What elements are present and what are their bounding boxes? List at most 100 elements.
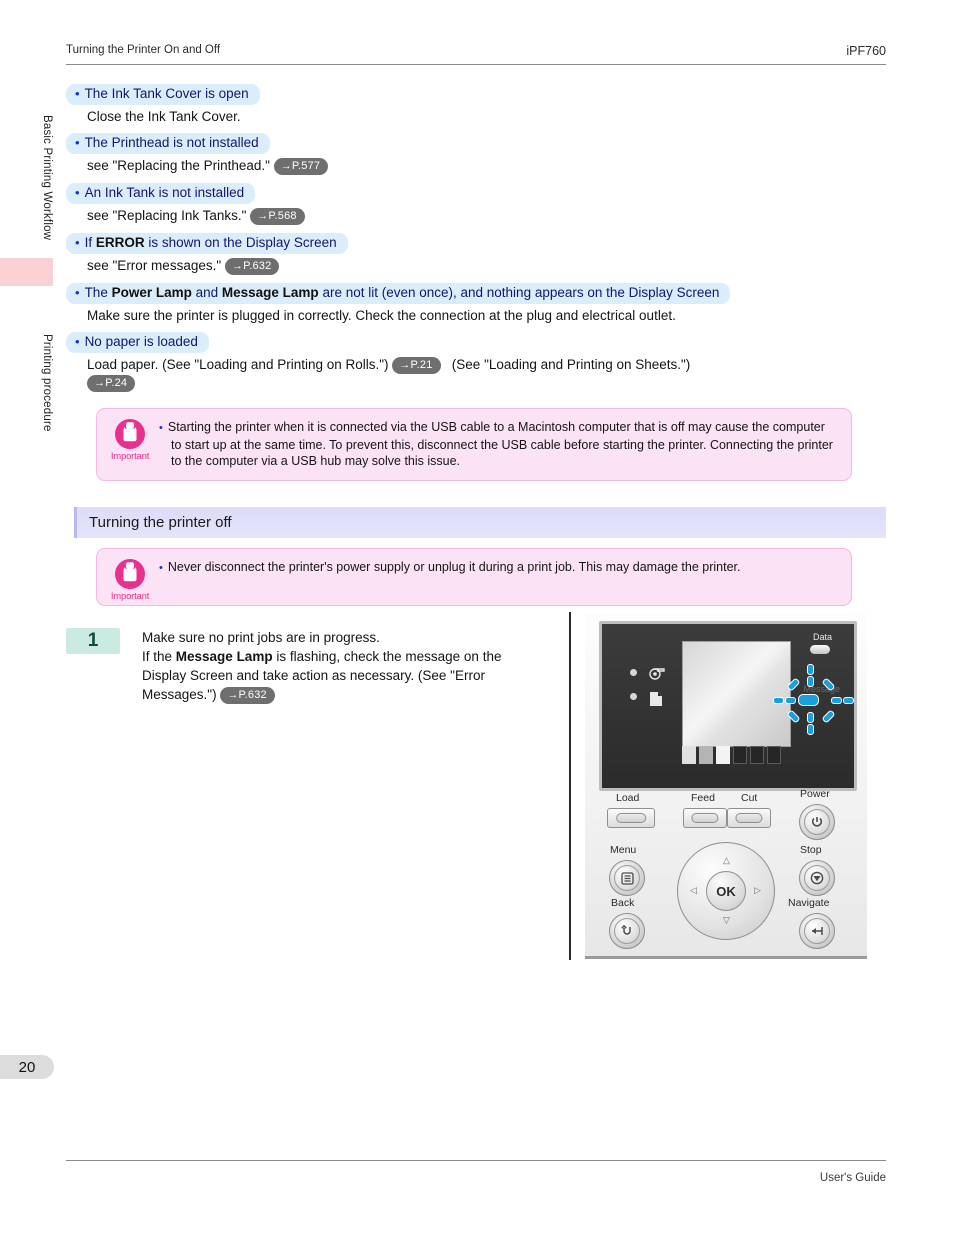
display-area: Data Message — [599, 621, 857, 791]
cause-heading-text: No paper is loaded — [84, 334, 198, 349]
printer-control-panel-illustration: Data Message Load Feed Cut Power Menu Ba… — [569, 612, 868, 960]
function-key[interactable] — [716, 746, 730, 764]
load-button[interactable] — [607, 808, 655, 828]
important-hand-icon — [115, 558, 145, 589]
sidebar-tab-label: Basic Printing Workflow — [41, 114, 53, 241]
cause-heading-mid: and — [191, 285, 222, 300]
sidebar-tab-basic-printing-workflow[interactable]: Basic Printing Workflow — [0, 85, 53, 270]
back-arrow-icon — [614, 918, 640, 944]
important-text-block: • Never disconnect the printer's power su… — [159, 559, 837, 577]
bullet-icon: • — [159, 422, 163, 434]
bullet-icon: • — [75, 285, 80, 300]
cause-heading-emphasis-2: Message Lamp — [221, 285, 319, 300]
bullet-icon: • — [75, 185, 80, 200]
power-button[interactable] — [799, 804, 835, 840]
cause-heading: • No paper is loaded — [66, 332, 209, 353]
bullet-icon: • — [75, 235, 80, 250]
roll-media-led — [630, 669, 637, 676]
header-model: iPF760 — [846, 44, 886, 58]
dpad-up-arrow-icon[interactable]: △ — [723, 855, 730, 866]
stop-button-label: Stop — [800, 844, 822, 856]
list-item: • If ERROR is shown on the Display Screen… — [66, 233, 896, 275]
dpad-left-arrow-icon[interactable]: ◁ — [690, 885, 697, 896]
flash-ray-s1 — [807, 712, 814, 723]
step-line-2: If the Message Lamp is flashing, check t… — [142, 647, 572, 666]
important-hand-icon — [115, 419, 145, 449]
step-line-4: Messages.") →P.632 — [142, 685, 572, 704]
sidebar-tab-label: Printing procedure — [41, 333, 53, 432]
cause-heading-emphasis: ERROR — [95, 235, 145, 250]
sidebar-active-marker — [0, 258, 53, 286]
function-key[interactable] — [767, 746, 781, 764]
data-lamp — [810, 645, 830, 654]
important-note-usb: Important • Starting the printer when it … — [96, 408, 852, 481]
bullet-icon: • — [75, 334, 80, 349]
section-heading: Turning the printer off — [74, 506, 886, 538]
message-lamp — [798, 694, 819, 706]
header-title: Turning the Printer On and Off — [66, 44, 221, 56]
step-line-2-prefix: If the — [142, 648, 176, 664]
cause-body-text-a: Load paper. (See "Loading and Printing o… — [87, 357, 389, 372]
cause-body: see "Error messages." →P.632 — [87, 257, 896, 275]
navigate-button-label: Navigate — [788, 897, 830, 909]
navigate-icon — [804, 918, 830, 944]
cause-body-text: Make sure the printer is plugged in corr… — [87, 308, 676, 323]
cause-heading: • The Power Lamp and Message Lamp are not… — [66, 283, 731, 304]
menu-button[interactable] — [609, 860, 645, 896]
navigation-dpad[interactable]: △ ▽ ◁ ▷ OK — [677, 842, 775, 940]
feed-button[interactable] — [683, 808, 727, 828]
step-line-4-text: Messages.") — [142, 686, 217, 702]
cut-button-label: Cut — [741, 792, 758, 804]
cause-heading: • The Ink Tank Cover is open — [66, 84, 260, 105]
menu-icon — [614, 865, 640, 891]
ok-button[interactable]: OK — [706, 871, 746, 911]
dpad-right-arrow-icon[interactable]: ▷ — [754, 885, 761, 896]
cut-button[interactable] — [727, 808, 771, 828]
footer-rule — [66, 1160, 886, 1161]
cause-body: Make sure the printer is plugged in corr… — [87, 307, 896, 324]
cause-body-text: see "Error messages." — [87, 258, 222, 273]
function-key[interactable] — [733, 746, 747, 764]
cause-list: • The Ink Tank Cover is open Close the In… — [66, 84, 896, 392]
stop-icon — [804, 865, 830, 891]
cause-heading-text: The Ink Tank Cover is open — [84, 86, 249, 101]
list-item: • The Power Lamp and Message Lamp are not… — [66, 283, 896, 324]
page-reference-link[interactable]: →P.568 — [250, 208, 305, 225]
feed-button-label: Feed — [691, 792, 715, 804]
cause-heading-suffix: is shown on the Display Screen — [144, 235, 337, 250]
power-icon — [804, 809, 830, 835]
dpad-down-arrow-icon[interactable]: ▽ — [723, 915, 730, 926]
step-line-1: Make sure no print jobs are in progress. — [142, 629, 380, 645]
important-icon-group: Important — [109, 419, 151, 462]
header-rule — [66, 64, 886, 65]
display-screen — [682, 641, 791, 747]
function-key[interactable] — [750, 746, 764, 764]
control-panel-body: Data Message Load Feed Cut Power Menu Ba… — [585, 612, 867, 959]
page-reference-link[interactable]: →P.577 — [273, 158, 329, 175]
navigate-button[interactable] — [799, 913, 835, 949]
page-reference-link[interactable]: →P.24 — [87, 375, 136, 392]
sidebar-tab-printing-procedure[interactable]: Printing procedure — [0, 290, 53, 475]
sheet-media-row — [630, 690, 665, 714]
step-line-3: Display Screen and take action as necess… — [142, 667, 485, 683]
flash-ray-s2 — [807, 724, 814, 735]
function-key[interactable] — [682, 746, 696, 764]
cause-heading-prefix: If — [84, 235, 96, 250]
step-number-badge: 1 — [66, 627, 120, 654]
function-key[interactable] — [699, 746, 713, 764]
page-reference-link[interactable]: →P.21 — [392, 357, 441, 374]
cause-heading-emphasis: Power Lamp — [111, 285, 192, 300]
important-text: Never disconnect the printer's power sup… — [167, 559, 741, 574]
cause-body-text: see "Replacing Ink Tanks." — [87, 208, 247, 223]
cause-heading: • The Printhead is not installed — [66, 133, 270, 154]
back-button[interactable] — [609, 913, 645, 949]
stop-button[interactable] — [799, 860, 835, 896]
page-reference-link[interactable]: →P.632 — [220, 686, 275, 704]
list-item: • An Ink Tank is not installed see "Repla… — [66, 183, 896, 225]
function-key-row — [682, 746, 792, 764]
cause-body: see "Replacing the Printhead." →P.577 — [87, 157, 896, 175]
roll-paper-icon — [649, 668, 666, 680]
page-reference-link[interactable]: →P.632 — [224, 258, 280, 275]
list-item: • The Printhead is not installed see "Rep… — [66, 133, 896, 175]
side-rail: Basic Printing Workflow Printing procedu… — [0, 0, 53, 1235]
